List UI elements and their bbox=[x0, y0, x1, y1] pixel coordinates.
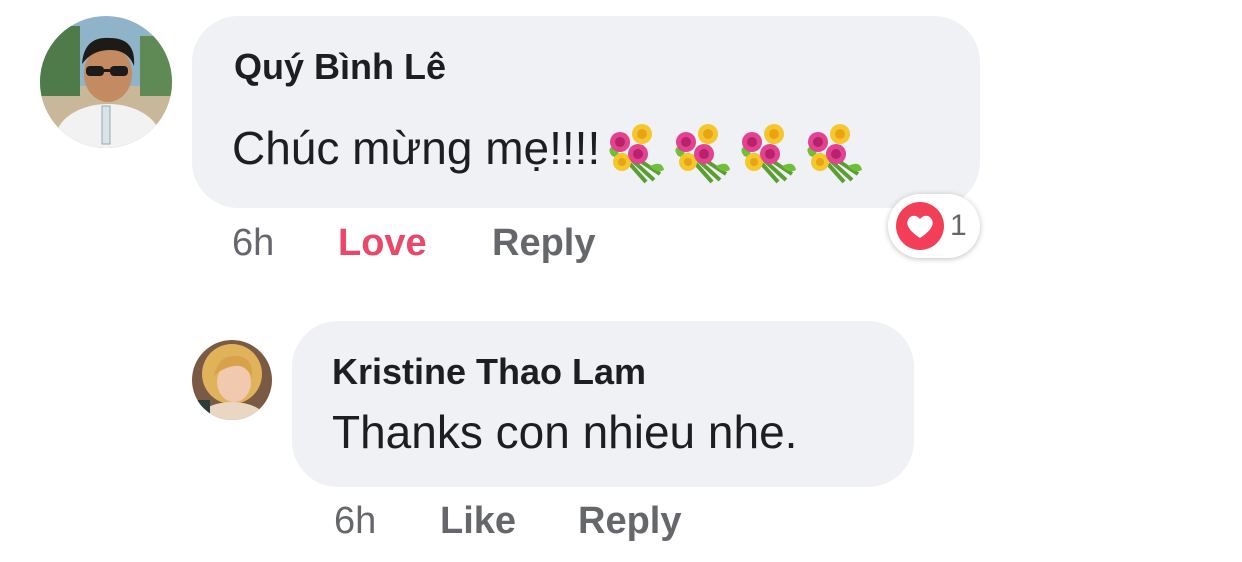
comment-bubble: Quý Bình Lê Chúc mừng mẹ!!!! bbox=[192, 16, 980, 208]
reply-button[interactable]: Reply bbox=[578, 500, 681, 543]
emoji-group bbox=[600, 120, 864, 184]
comment-actions: 6h Like Reply bbox=[0, 500, 900, 546]
heart-reaction-icon bbox=[896, 202, 944, 250]
comment-time: 6h bbox=[232, 222, 275, 264]
like-button[interactable]: Like bbox=[440, 500, 516, 543]
love-button[interactable]: Love bbox=[338, 222, 427, 265]
avatar-photo-icon bbox=[40, 16, 172, 148]
bouquet-emoji bbox=[609, 124, 665, 184]
comment-time: 6h bbox=[334, 500, 377, 542]
bouquet-emoji bbox=[807, 124, 863, 184]
bouquet-emoji bbox=[675, 124, 731, 184]
reaction-badge[interactable]: 1 bbox=[888, 194, 980, 258]
comment-text: Thanks con nhieu nhe. bbox=[332, 406, 798, 458]
comment-text-content: Chúc mừng mẹ!!!! bbox=[232, 122, 601, 175]
comment-actions: 6h Love Reply bbox=[0, 222, 900, 268]
bouquet-emoji bbox=[741, 124, 797, 184]
reaction-count: 1 bbox=[950, 209, 967, 242]
comment-text: Chúc mừng mẹ!!!! bbox=[232, 120, 864, 184]
comment-author[interactable]: Kristine Thao Lam bbox=[332, 351, 646, 393]
avatar[interactable] bbox=[192, 340, 272, 420]
reply-button[interactable]: Reply bbox=[492, 222, 595, 265]
avatar-photo-icon bbox=[192, 340, 272, 420]
comment-bubble: Kristine Thao Lam Thanks con nhieu nhe. bbox=[292, 321, 914, 487]
comment-author[interactable]: Quý Bình Lê bbox=[234, 46, 446, 88]
avatar[interactable] bbox=[40, 16, 172, 148]
